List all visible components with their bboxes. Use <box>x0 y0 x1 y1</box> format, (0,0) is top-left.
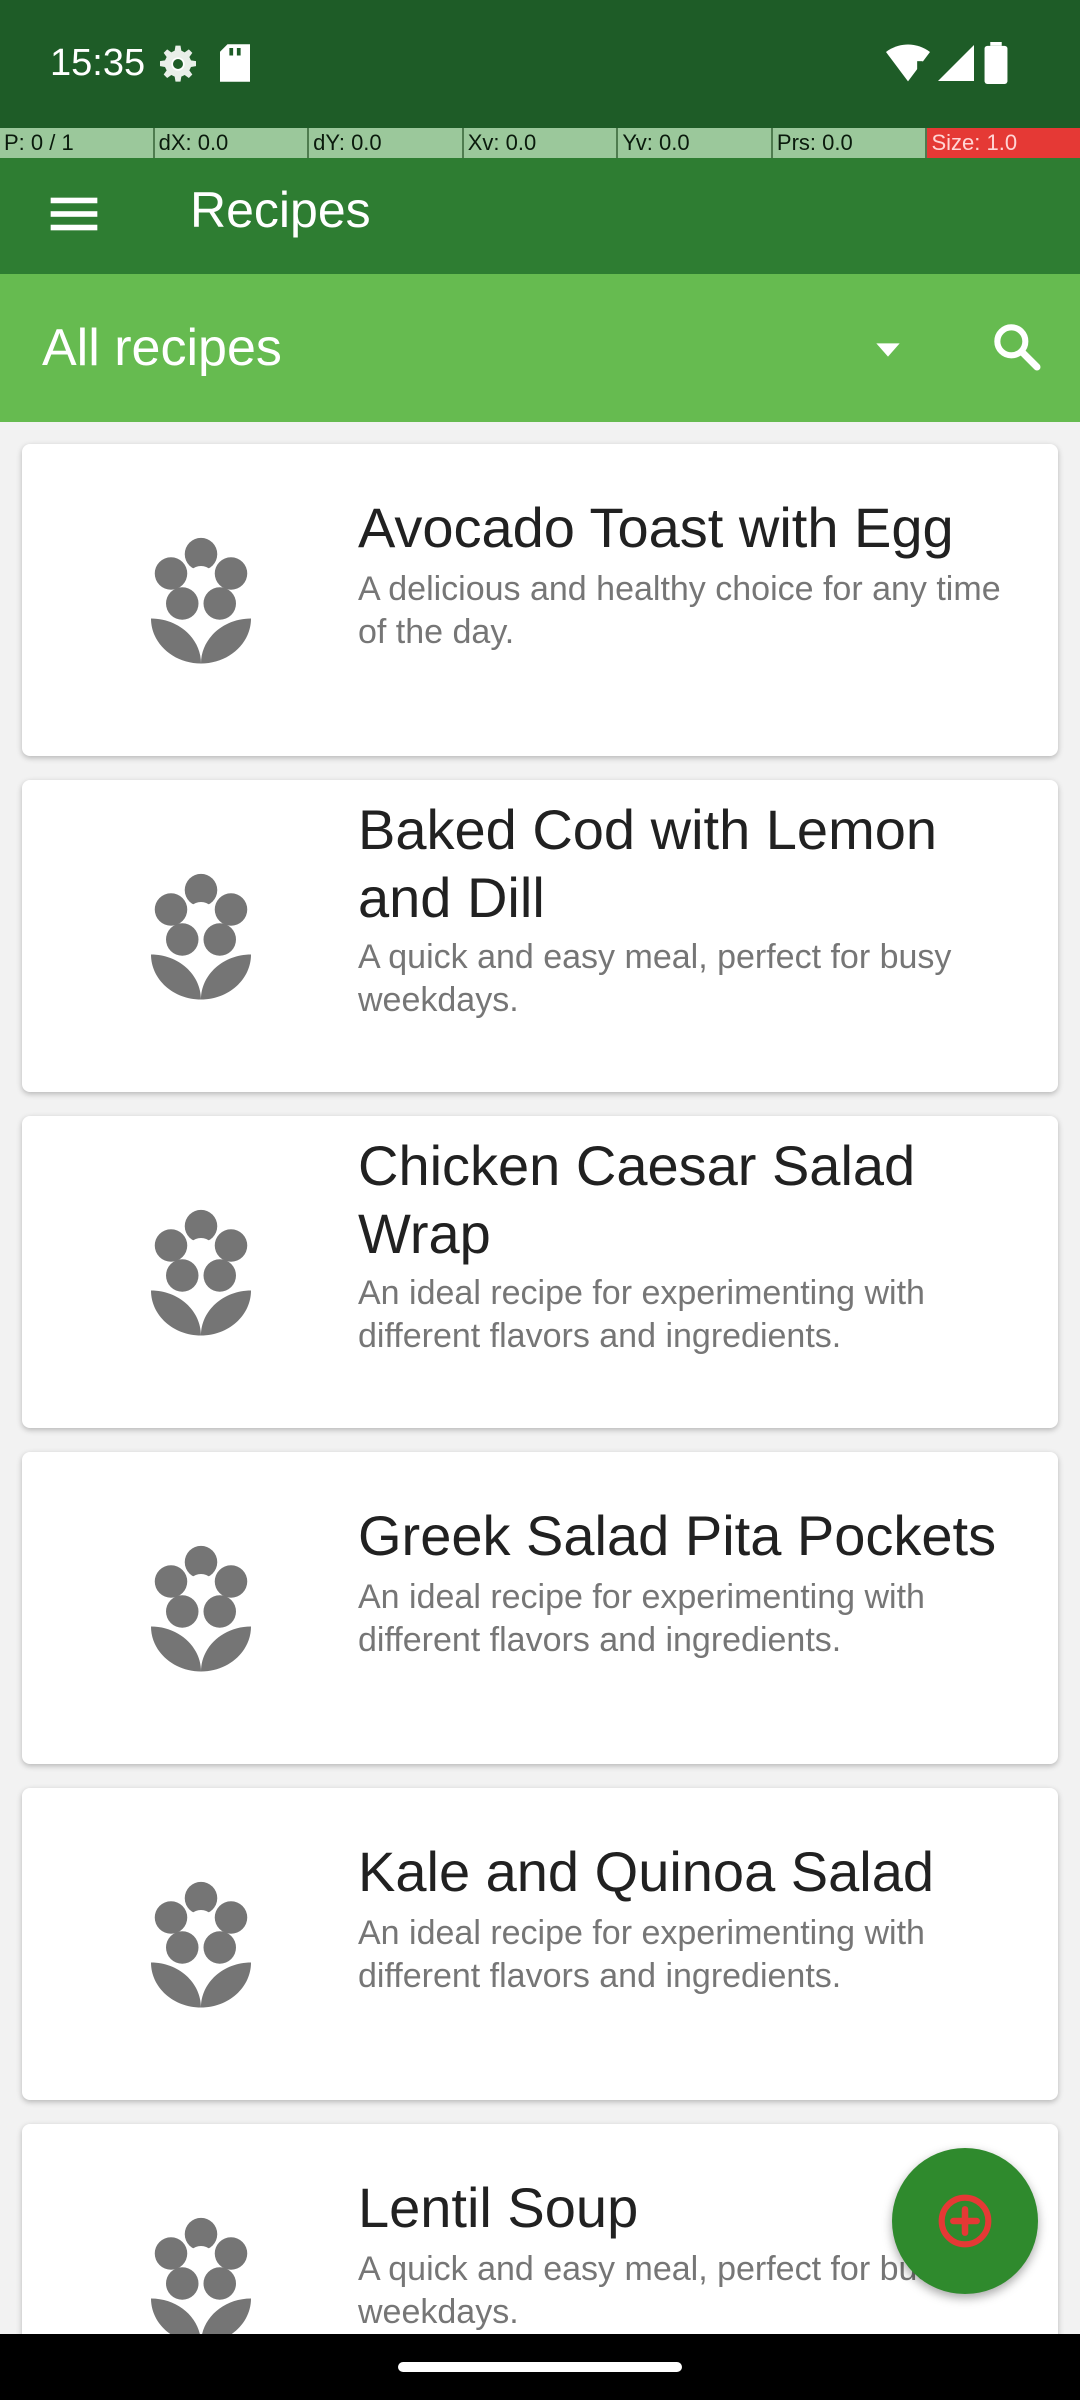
recipe-title: Avocado Toast with Egg <box>358 496 954 559</box>
signal-icon <box>938 45 974 81</box>
status-time: 15:35 <box>50 42 146 84</box>
add-recipe-button[interactable] <box>892 2148 1038 2294</box>
debug-size: Size: 1.0 <box>927 128 1080 158</box>
dropdown-arrow-icon[interactable] <box>868 330 908 370</box>
debug-dy: dY: 0.0 <box>309 128 464 158</box>
flower-placeholder-icon <box>151 1209 251 1336</box>
add-icon <box>938 2194 992 2248</box>
recipe-card[interactable]: Chicken Caesar Salad Wrap An ideal recip… <box>22 1116 1058 1428</box>
debug-dx: dX: 0.0 <box>154 128 310 158</box>
recipe-title: Baked Cod with Lemon and Dill <box>358 798 938 929</box>
recipe-list[interactable]: Avocado Toast with Egg A delicious and h… <box>0 422 1080 2334</box>
page-title: Recipes <box>190 182 371 238</box>
debug-xv: Xv: 0.0 <box>463 128 619 158</box>
recipe-title: Kale and Quinoa Salad <box>358 1840 934 1903</box>
debug-pointer: P: 0 / 1 <box>0 128 155 158</box>
hamburger-menu-icon[interactable] <box>46 186 102 242</box>
battery-icon <box>984 42 1008 84</box>
search-icon[interactable] <box>988 318 1044 374</box>
flower-placeholder-icon <box>151 537 251 664</box>
recipe-card[interactable]: Greek Salad Pita Pockets An ideal recipe… <box>22 1452 1058 1764</box>
recipe-card[interactable]: Avocado Toast with Egg A delicious and h… <box>22 444 1058 756</box>
recipe-card[interactable]: Baked Cod with Lemon and Dill A quick an… <box>22 780 1058 1092</box>
status-bar: 15:35 <box>0 0 1080 128</box>
flower-placeholder-icon <box>151 1881 251 2008</box>
app-bar: Recipes <box>0 158 1080 274</box>
gesture-handle[interactable] <box>398 2362 682 2372</box>
recipe-description: An ideal recipe for experimenting with d… <box>358 1274 925 1355</box>
filter-bar: All recipes <box>0 274 1080 422</box>
recipe-title: Greek Salad Pita Pockets <box>358 1504 997 1567</box>
sd-card-icon <box>220 44 250 82</box>
recipe-description: An ideal recipe for experimenting with d… <box>358 1578 925 1659</box>
wifi-icon <box>886 44 930 82</box>
recipe-description: A quick and easy meal, perfect for busy … <box>358 938 952 1019</box>
settings-icon <box>160 45 196 82</box>
debug-pressure: Prs: 0.0 <box>772 128 928 158</box>
flower-placeholder-icon <box>151 2217 251 2334</box>
recipe-card[interactable]: Kale and Quinoa Salad An ideal recipe fo… <box>22 1788 1058 2100</box>
pointer-debug-overlay: P: 0 / 1 dX: 0.0 dY: 0.0 Xv: 0.0 Yv: 0.0… <box>0 128 1080 158</box>
recipe-description: A delicious and healthy choice for any t… <box>358 570 1001 651</box>
recipe-description: An ideal recipe for experimenting with d… <box>358 1914 925 1995</box>
flower-placeholder-icon <box>151 1545 251 1672</box>
flower-placeholder-icon <box>151 873 251 1000</box>
debug-yv: Yv: 0.0 <box>618 128 773 158</box>
recipe-title: Chicken Caesar Salad Wrap <box>358 1134 916 1265</box>
category-dropdown[interactable]: All recipes <box>42 318 282 378</box>
system-navigation-bar <box>0 2334 1080 2400</box>
